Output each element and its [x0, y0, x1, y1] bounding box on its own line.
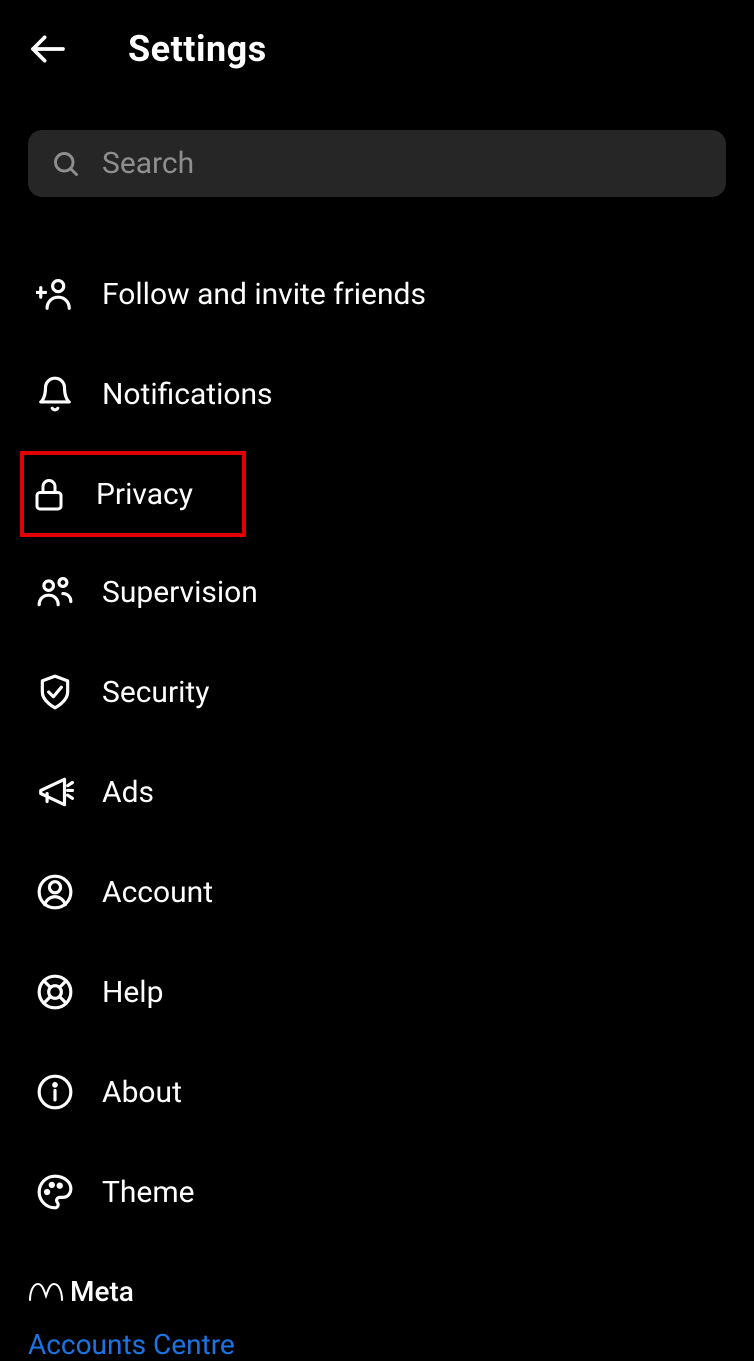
menu-item-theme[interactable]: Theme: [28, 1151, 726, 1233]
people-icon: [36, 573, 74, 611]
help-icon: [36, 973, 74, 1011]
menu-label: Theme: [102, 1175, 195, 1210]
arrow-left-icon: [28, 29, 68, 69]
menu-item-privacy[interactable]: Privacy: [20, 451, 246, 537]
accounts-centre-link[interactable]: Accounts Centre: [28, 1328, 726, 1361]
menu-label: Privacy: [96, 477, 193, 512]
menu-item-supervision[interactable]: Supervision: [28, 551, 726, 633]
bell-icon: [36, 375, 74, 413]
menu-label: About: [102, 1075, 182, 1110]
menu-label: Help: [102, 975, 163, 1010]
header: Settings: [0, 0, 754, 98]
menu-item-notifications[interactable]: Notifications: [28, 353, 726, 435]
menu-item-about[interactable]: About: [28, 1051, 726, 1133]
lock-icon: [30, 475, 68, 513]
person-add-icon: [36, 275, 74, 313]
search-container: Search: [28, 130, 726, 197]
meta-logo-icon: [28, 1280, 64, 1304]
settings-menu: Follow and invite friends Notifications …: [0, 217, 754, 1233]
megaphone-icon: [36, 773, 74, 811]
menu-label: Account: [102, 875, 213, 910]
menu-item-help[interactable]: Help: [28, 951, 726, 1033]
menu-item-security[interactable]: Security: [28, 651, 726, 733]
shield-icon: [36, 673, 74, 711]
menu-label: Notifications: [102, 377, 273, 412]
search-placeholder: Search: [102, 146, 194, 181]
footer: Meta Accounts Centre: [0, 1251, 754, 1361]
menu-item-ads[interactable]: Ads: [28, 751, 726, 833]
menu-label: Security: [102, 675, 209, 710]
page-title: Settings: [128, 28, 267, 70]
search-icon: [52, 150, 80, 178]
menu-label: Ads: [102, 775, 154, 810]
menu-item-account[interactable]: Account: [28, 851, 726, 933]
menu-label: Follow and invite friends: [102, 277, 426, 312]
search-input[interactable]: Search: [28, 130, 726, 197]
menu-label: Supervision: [102, 575, 258, 610]
menu-item-follow-invite[interactable]: Follow and invite friends: [28, 253, 726, 335]
info-icon: [36, 1073, 74, 1111]
palette-icon: [36, 1173, 74, 1211]
back-button[interactable]: [28, 29, 68, 69]
account-icon: [36, 873, 74, 911]
